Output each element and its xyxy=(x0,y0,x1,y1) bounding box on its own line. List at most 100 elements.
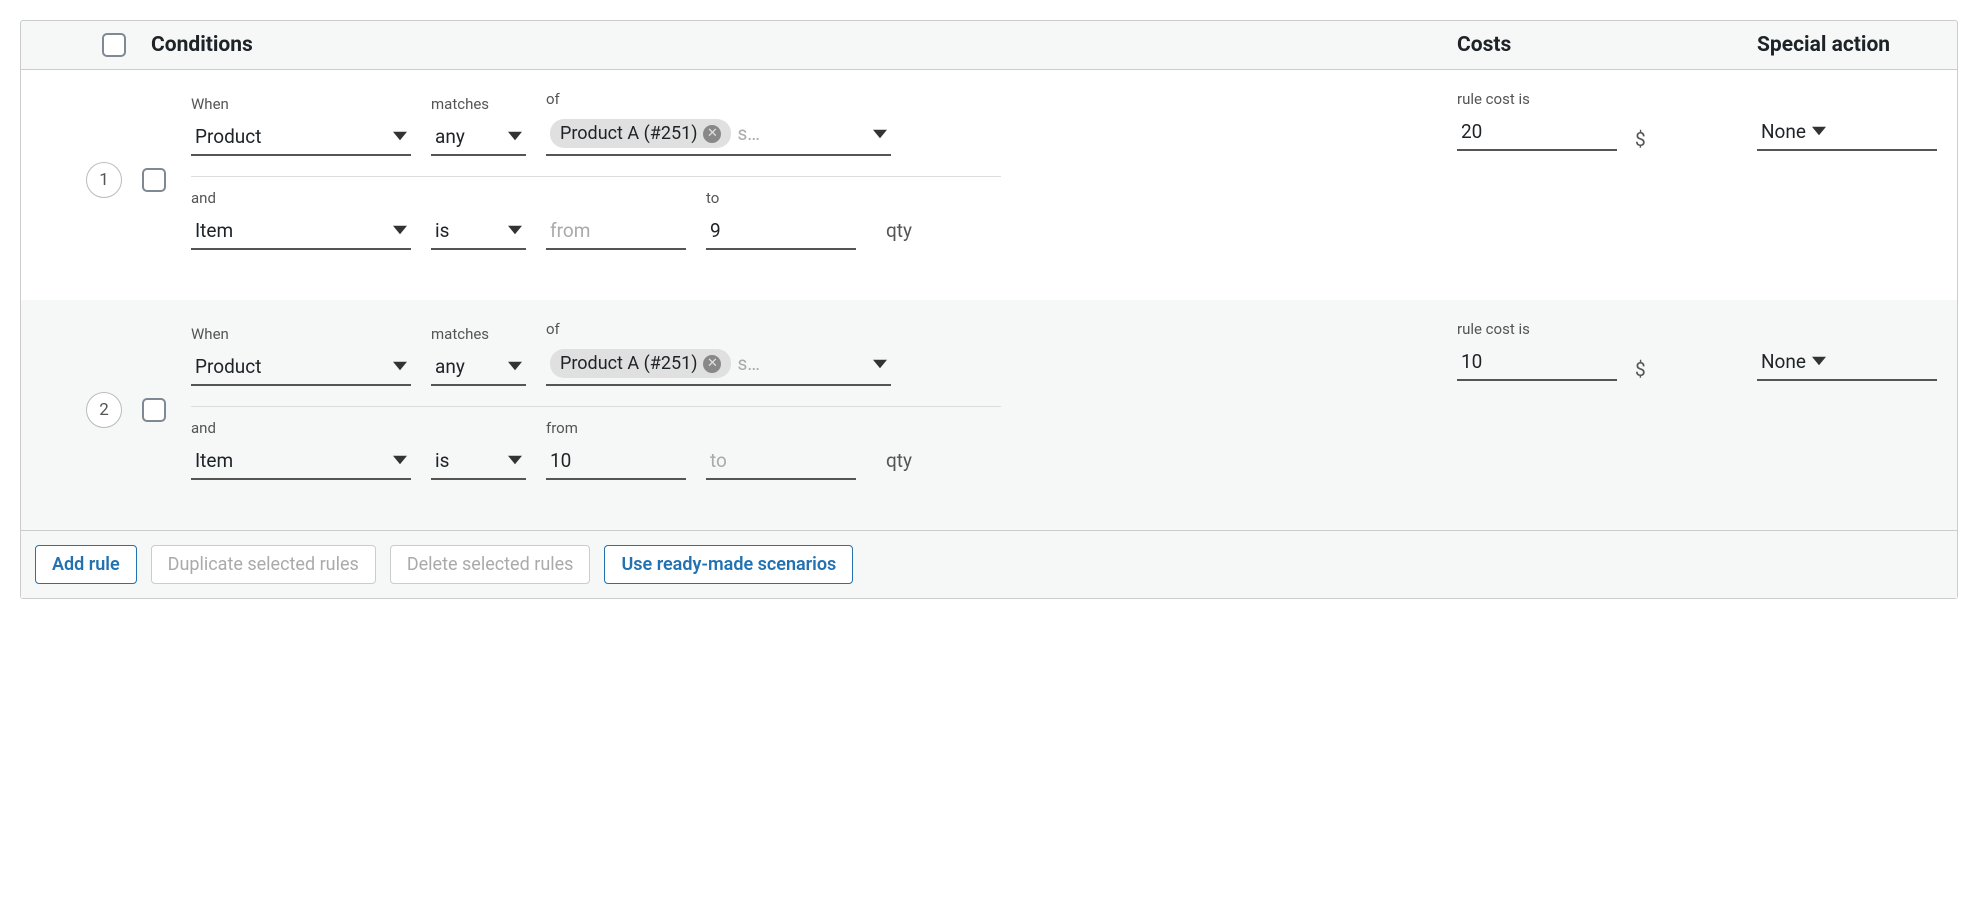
conditions-column: When Product matches any of xyxy=(191,90,1457,270)
chevron-down-icon xyxy=(1812,124,1826,138)
is-field-group: is xyxy=(431,189,526,250)
product-chip: Product A (#251) ✕ xyxy=(550,349,731,378)
is-select[interactable]: is xyxy=(431,212,526,250)
duplicate-rules-button[interactable]: Duplicate selected rules xyxy=(151,545,376,584)
matches-value: any xyxy=(435,355,465,378)
special-column: None xyxy=(1757,90,1937,270)
condition-line-2: and Item is from xyxy=(191,419,1457,480)
header-special: Special action xyxy=(1757,33,1937,57)
chip-label: Product A (#251) xyxy=(560,123,697,144)
special-select[interactable]: None xyxy=(1757,113,1937,151)
matches-label: matches xyxy=(431,95,526,113)
header-checkbox-col xyxy=(41,33,151,57)
is-field-group: is xyxy=(431,419,526,480)
qty-unit: qty xyxy=(886,219,912,242)
of-field-group: of Product A (#251) ✕ s… xyxy=(546,320,891,386)
special-select[interactable]: None xyxy=(1757,343,1937,381)
when-field-group: When Product xyxy=(191,325,411,386)
from-label: from xyxy=(546,419,686,437)
header-costs: Costs xyxy=(1457,33,1757,57)
chevron-down-icon xyxy=(873,357,887,371)
add-rule-button[interactable]: Add rule xyxy=(35,545,137,584)
condition-line-2: and Item is xyxy=(191,189,1457,250)
rule-checkbox[interactable] xyxy=(142,168,166,192)
when-value: Product xyxy=(195,125,261,148)
cost-input[interactable] xyxy=(1457,343,1617,381)
when-field-group: When Product xyxy=(191,95,411,156)
item-select[interactable]: Item xyxy=(191,442,411,480)
costs-column: rule cost is $ xyxy=(1457,320,1757,500)
divider xyxy=(191,406,1001,407)
condition-line-1: When Product matches any of xyxy=(191,320,1457,386)
chevron-down-icon xyxy=(393,223,407,237)
rule-row: 2 When Product matches any xyxy=(21,300,1957,530)
item-select[interactable]: Item xyxy=(191,212,411,250)
rule-number-badge: 1 xyxy=(86,162,122,198)
rule-number: 1 xyxy=(99,170,109,190)
of-select[interactable]: Product A (#251) ✕ s… xyxy=(546,113,891,156)
to-input[interactable] xyxy=(706,212,856,250)
spacer-label xyxy=(431,419,526,437)
from-field-group xyxy=(546,189,686,250)
matches-field-group: matches any xyxy=(431,95,526,156)
chevron-down-icon xyxy=(393,453,407,467)
special-field-group: None xyxy=(1757,320,1937,381)
rule-checkbox[interactable] xyxy=(142,398,166,422)
matches-label: matches xyxy=(431,325,526,343)
spacer-label xyxy=(706,419,856,437)
spacer-label xyxy=(431,189,526,207)
footer-actions: Add rule Duplicate selected rules Delete… xyxy=(21,530,1957,598)
chevron-down-icon xyxy=(508,359,522,373)
delete-rules-button[interactable]: Delete selected rules xyxy=(390,545,591,584)
costs-column: rule cost is $ xyxy=(1457,90,1757,270)
item-value: Item xyxy=(195,219,233,242)
matches-select[interactable]: any xyxy=(431,118,526,156)
rule-lead: 2 xyxy=(41,320,191,500)
select-all-checkbox[interactable] xyxy=(102,33,126,57)
from-field-group: from xyxy=(546,419,686,480)
to-input[interactable] xyxy=(706,442,856,480)
special-field-group: None xyxy=(1757,90,1937,151)
chip-remove-icon[interactable]: ✕ xyxy=(703,355,721,373)
ready-scenarios-button[interactable]: Use ready-made scenarios xyxy=(604,545,853,584)
cost-label: rule cost is xyxy=(1457,320,1757,338)
from-input[interactable] xyxy=(546,212,686,250)
to-label: to xyxy=(706,189,856,207)
chevron-down-icon xyxy=(508,223,522,237)
when-select[interactable]: Product xyxy=(191,118,411,156)
when-label: When xyxy=(191,325,411,343)
rule-lead: 1 xyxy=(41,90,191,270)
and-field-group: and Item xyxy=(191,419,411,480)
chevron-down-icon xyxy=(508,453,522,467)
to-field-group xyxy=(706,419,856,480)
qty-unit: qty xyxy=(886,449,912,472)
condition-line-1: When Product matches any of xyxy=(191,90,1457,156)
currency-unit: $ xyxy=(1635,358,1646,381)
chip-search-placeholder: s… xyxy=(737,122,760,145)
spacer-label xyxy=(1757,90,1937,108)
conditions-column: When Product matches any of xyxy=(191,320,1457,500)
when-label: When xyxy=(191,95,411,113)
of-field-group: of Product A (#251) ✕ s… xyxy=(546,90,891,156)
when-select[interactable]: Product xyxy=(191,348,411,386)
special-column: None xyxy=(1757,320,1937,500)
item-value: Item xyxy=(195,449,233,472)
cost-input[interactable] xyxy=(1457,113,1617,151)
chevron-down-icon xyxy=(508,129,522,143)
chevron-down-icon xyxy=(393,129,407,143)
from-input[interactable] xyxy=(546,442,686,480)
matches-field-group: matches any xyxy=(431,325,526,386)
cost-label: rule cost is xyxy=(1457,90,1757,108)
chip-remove-icon[interactable]: ✕ xyxy=(703,125,721,143)
of-select[interactable]: Product A (#251) ✕ s… xyxy=(546,343,891,386)
product-chip: Product A (#251) ✕ xyxy=(550,119,731,148)
table-header: Conditions Costs Special action xyxy=(21,21,1957,70)
is-select[interactable]: is xyxy=(431,442,526,480)
divider xyxy=(191,176,1001,177)
is-value: is xyxy=(435,219,449,242)
and-label: and xyxy=(191,189,411,207)
special-value: None xyxy=(1761,120,1806,143)
matches-select[interactable]: any xyxy=(431,348,526,386)
rule-row: 1 When Product matches any xyxy=(21,70,1957,300)
when-value: Product xyxy=(195,355,261,378)
